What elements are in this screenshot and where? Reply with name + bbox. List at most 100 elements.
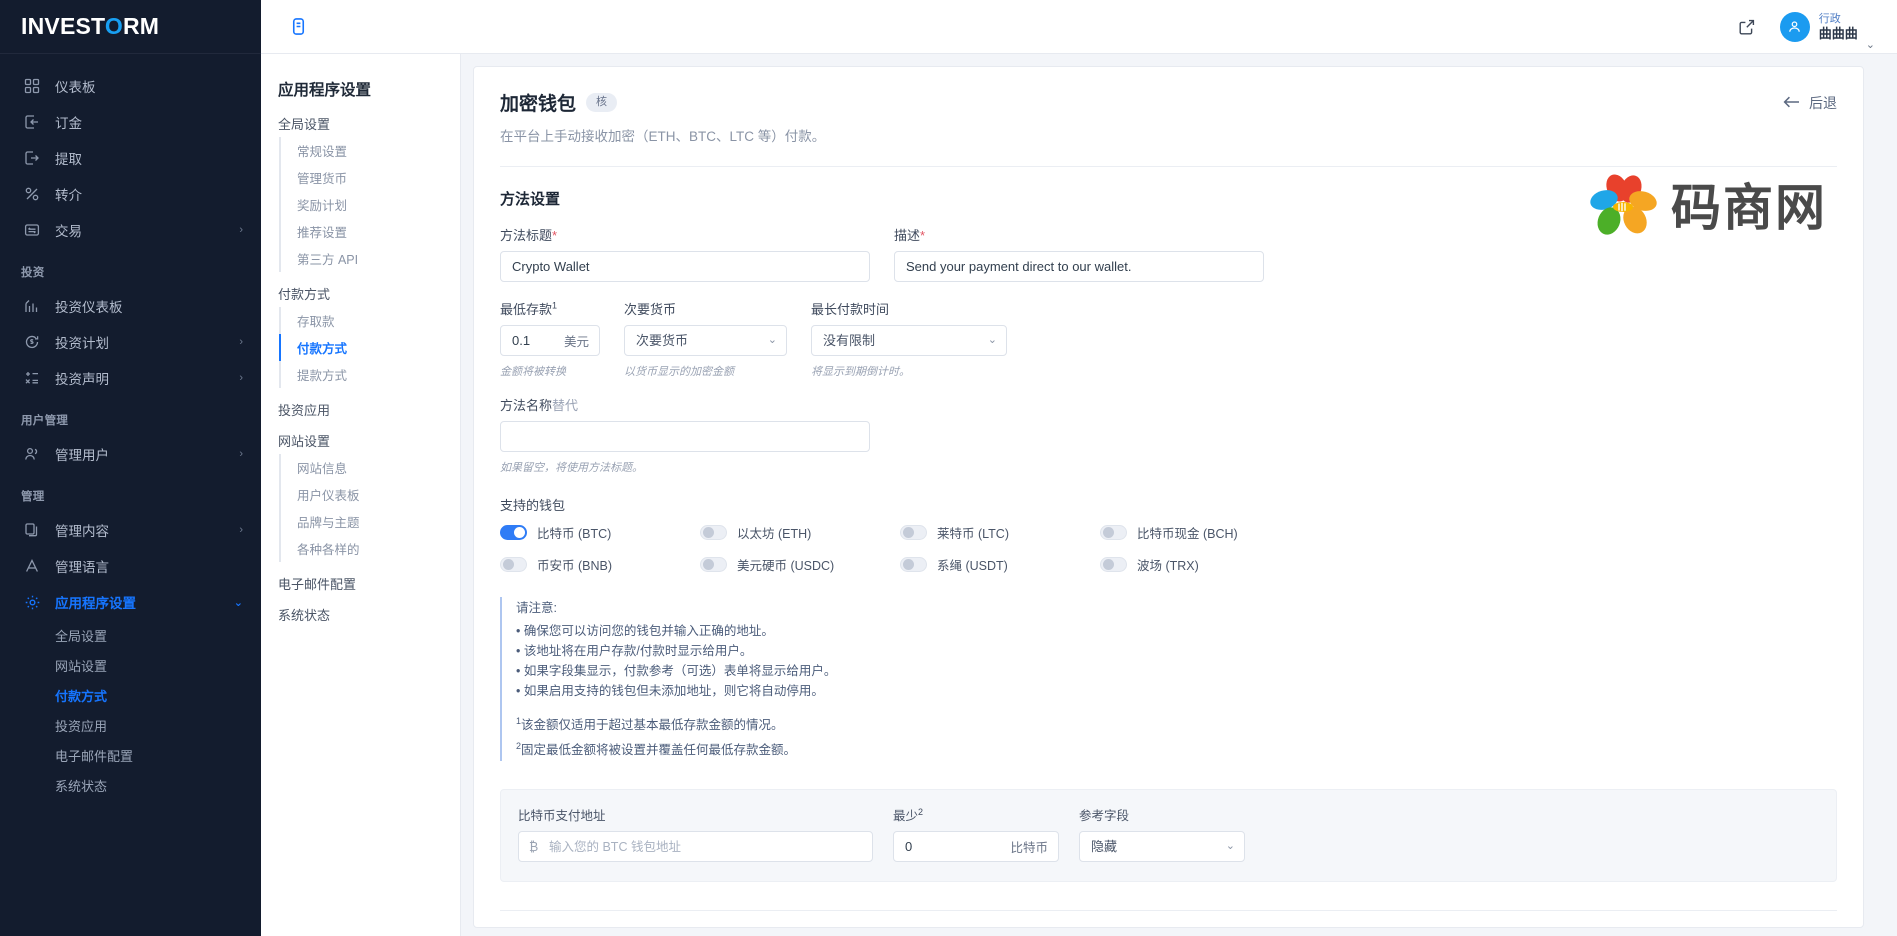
subnav-group-global[interactable]: 全局设置	[278, 114, 460, 133]
sidebar-item-withdraw[interactable]: 提取	[0, 140, 261, 176]
subnav-item-referral-settings[interactable]: 推荐设置	[279, 218, 460, 245]
subnav-group-investment-app[interactable]: 投资应用	[278, 400, 460, 419]
user-avatar-icon[interactable]	[1780, 12, 1810, 42]
max-pay-time-hint: 将显示到期倒计时。	[811, 363, 1007, 379]
sidebar-item-deposit[interactable]: 订金	[0, 104, 261, 140]
btc-min-label: 最少2	[893, 805, 1059, 824]
sidebar-subitem-global-settings[interactable]: 全局设置	[0, 620, 261, 650]
external-link-icon[interactable]	[1732, 12, 1762, 42]
brand-logo[interactable]: INVESTORM	[0, 0, 261, 54]
toggle-switch[interactable]	[900, 557, 927, 572]
notice-bullet: 如果字段集显示，付款参考（可选）表单将显示给用户。	[516, 661, 1120, 681]
subnav-list-site: 网站信息 用户仪表板 品牌与主题 各种各样的	[279, 454, 460, 562]
sidebar-subitem-email-config[interactable]: 电子邮件配置	[0, 740, 261, 770]
wallet-toggle-btc[interactable]: 比特币 (BTC)	[500, 523, 700, 542]
subnav-item-general-settings[interactable]: 常规设置	[279, 137, 460, 164]
reference-field-select-wrap: 隐藏 ⌄	[1079, 831, 1245, 862]
field-btc-address: 比特币支付地址 ₿	[518, 805, 873, 862]
min-deposit-input[interactable]	[500, 325, 600, 356]
subnav-list-global: 常规设置 管理货币 奖励计划 推荐设置 第三方 API	[279, 137, 460, 272]
user-menu[interactable]: 行政 曲曲曲	[1819, 13, 1858, 41]
btc-min-label-text: 最少	[893, 809, 918, 823]
manage-users-icon	[21, 443, 43, 465]
description-input[interactable]	[894, 251, 1264, 282]
supported-wallets-label: 支持的钱包	[500, 495, 1837, 514]
toggle-switch[interactable]	[900, 525, 927, 540]
subnav-group-site[interactable]: 网站设置	[278, 431, 460, 450]
method-title-input[interactable]	[500, 251, 870, 282]
method-settings-form: 方法标题* 描述*	[474, 225, 1863, 574]
status-badge: 核	[586, 93, 617, 112]
chevron-right-icon: ›	[239, 336, 243, 348]
wallet-toggle-ltc[interactable]: 莱特币 (LTC)	[900, 523, 1100, 542]
sidebar-group-invest: 投资	[0, 248, 261, 288]
sidebar-subitem-investment-app[interactable]: 投资应用	[0, 710, 261, 740]
sidebar-item-manage-language[interactable]: 管理语言	[0, 548, 261, 584]
min-deposit-input-wrap: 美元	[500, 325, 600, 356]
sidebar-group-manage: 管理	[0, 472, 261, 512]
chevron-down-icon[interactable]: ⌄	[1866, 38, 1875, 53]
sidebar-item-referral[interactable]: 转介	[0, 176, 261, 212]
sidebar-subitem-label: 网站设置	[55, 656, 107, 675]
sidebar-panel-icon[interactable]	[283, 12, 313, 42]
max-pay-time-select[interactable]: 没有限制	[811, 325, 1007, 356]
sidebar-subitem-payment-methods[interactable]: 付款方式	[0, 680, 261, 710]
secondary-currency-select[interactable]: 次要货币	[624, 325, 787, 356]
subnav-item-manage-currency[interactable]: 管理货币	[279, 164, 460, 191]
toggle-switch[interactable]	[500, 525, 527, 540]
sidebar-item-manage-users[interactable]: 管理用户 ›	[0, 436, 261, 472]
method-alias-input[interactable]	[500, 421, 870, 452]
subnav-item-payment-methods[interactable]: 付款方式	[279, 334, 460, 361]
sidebar-item-transactions[interactable]: 交易 ›	[0, 212, 261, 248]
sidebar-item-dashboard[interactable]: 仪表板	[0, 68, 261, 104]
btc-address-input[interactable]	[518, 831, 873, 862]
sidebar-item-invest-statement[interactable]: 投资声明 ›	[0, 360, 261, 396]
field-btc-min: 最少2 比特币	[893, 805, 1059, 862]
subnav-group-email-config[interactable]: 电子邮件配置	[278, 574, 460, 593]
reference-field-select[interactable]: 隐藏	[1079, 831, 1245, 862]
toggle-switch[interactable]	[1100, 525, 1127, 540]
toggle-knob	[514, 527, 525, 538]
subnav-item-third-party-api[interactable]: 第三方 API	[279, 245, 460, 272]
subnav-group-system-status[interactable]: 系统状态	[278, 605, 460, 624]
wallet-toggle-eth[interactable]: 以太坊 (ETH)	[700, 523, 900, 542]
toggle-knob	[1103, 559, 1114, 570]
subnav-item-user-dashboard[interactable]: 用户仪表板	[279, 481, 460, 508]
subnav-item-miscellaneous[interactable]: 各种各样的	[279, 535, 460, 562]
notice-bullet: 确保您可以访问您的钱包并输入正确的地址。	[516, 621, 1120, 641]
subnav-item-deposit-withdraw[interactable]: 存取款	[279, 307, 460, 334]
payment-method-card: 加密钱包 核 在平台上手动接收加密（ETH、BTC、LTC 等）付款。 后退	[473, 66, 1864, 928]
wallet-toggle-usdc[interactable]: 美元硬币 (USDC)	[700, 555, 900, 574]
wallet-toggle-bnb[interactable]: 币安币 (BNB)	[500, 555, 700, 574]
toggle-switch[interactable]	[1100, 557, 1127, 572]
sidebar-item-invest-plan[interactable]: 投资计划 ›	[0, 324, 261, 360]
required-mark: *	[552, 228, 557, 243]
toggle-knob	[903, 527, 914, 538]
supported-wallets-grid: 比特币 (BTC) 以太坊 (ETH) 莱特币 (LTC)	[500, 523, 1837, 574]
wallet-toggle-trx[interactable]: 波场 (TRX)	[1100, 555, 1300, 574]
sidebar-nav: 仪表板 订金	[0, 54, 261, 800]
subnav-item-site-info[interactable]: 网站信息	[279, 454, 460, 481]
subnav-item-brand-theme[interactable]: 品牌与主题	[279, 508, 460, 535]
sidebar-item-app-settings[interactable]: 应用程序设置 ⌄	[0, 584, 261, 620]
wallet-toggle-usdt[interactable]: 系绳 (USDT)	[900, 555, 1100, 574]
subnav-group-payment[interactable]: 付款方式	[278, 284, 460, 303]
toggle-switch[interactable]	[500, 557, 527, 572]
sidebar-item-manage-content[interactable]: 管理内容 ›	[0, 512, 261, 548]
toggle-switch[interactable]	[700, 525, 727, 540]
arrow-left-icon	[1783, 95, 1800, 112]
sidebar-subitem-site-settings[interactable]: 网站设置	[0, 650, 261, 680]
sidebar-item-invest-dashboard[interactable]: 投资仪表板	[0, 288, 261, 324]
btc-min-input[interactable]	[893, 831, 1059, 862]
description-label-text: 描述	[894, 228, 920, 243]
toggle-switch[interactable]	[700, 557, 727, 572]
required-mark: *	[920, 228, 925, 243]
subnav-item-reward-plan[interactable]: 奖励计划	[279, 191, 460, 218]
secondary-currency-label: 次要货币	[624, 299, 787, 318]
sidebar-subitem-label: 电子邮件配置	[55, 746, 133, 765]
sidebar-subitem-system-status[interactable]: 系统状态	[0, 770, 261, 800]
wallet-toggle-bch[interactable]: 比特币现金 (BCH)	[1100, 523, 1300, 542]
back-button[interactable]: 后退	[1783, 93, 1837, 113]
subnav-item-withdraw-methods[interactable]: 提款方式	[279, 361, 460, 388]
withdraw-icon	[21, 147, 43, 169]
